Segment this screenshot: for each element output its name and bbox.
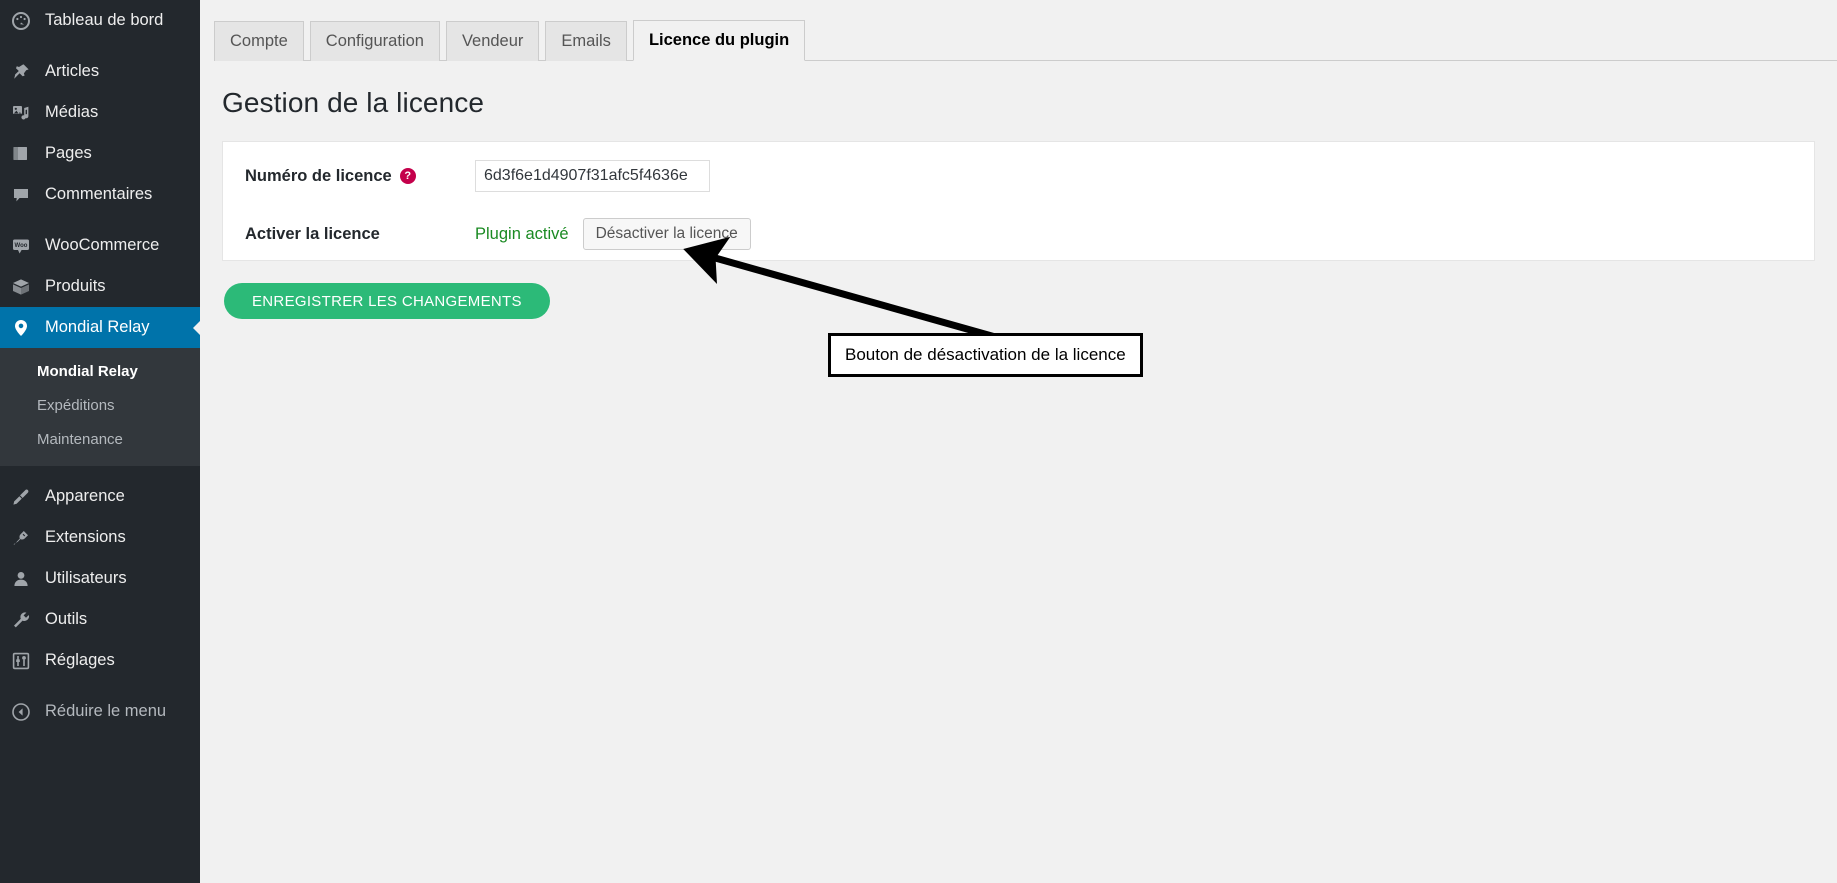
sidebar-item-users[interactable]: Utilisateurs (0, 558, 200, 599)
sidebar-item-label: Outils (45, 610, 88, 628)
sidebar-item-comments[interactable]: Commentaires (0, 174, 200, 215)
pages-icon (11, 144, 39, 164)
sidebar-item-label: Commentaires (45, 185, 153, 203)
sidebar-item-dashboard[interactable]: Tableau de bord (0, 0, 200, 41)
save-changes-button[interactable]: ENREGISTRER LES CHANGEMENTS (224, 283, 550, 319)
annotation-arrow-icon (683, 236, 1007, 344)
tab-vendeur[interactable]: Vendeur (445, 21, 540, 61)
sidebar-item-label: Tableau de bord (45, 11, 164, 29)
deactivate-license-button[interactable]: Désactiver la licence (582, 218, 751, 250)
tab-compte[interactable]: Compte (214, 21, 304, 61)
sidebar-item-label: WooCommerce (45, 236, 160, 254)
sidebar-item-woocommerce[interactable]: Woo WooCommerce (0, 225, 200, 266)
sidebar-divider (0, 681, 200, 691)
admin-screen: Tableau de bord Articles Médias Pages Commen… (0, 0, 1837, 883)
sidebar-item-appearance[interactable]: Apparence (0, 476, 200, 517)
tab-licence-du-plugin[interactable]: Licence du plugin (632, 20, 806, 61)
sidebar-item-label: Articles (45, 62, 100, 80)
sidebar-item-label: Réglages (45, 651, 115, 669)
user-icon (11, 569, 39, 589)
svg-text:Woo: Woo (15, 243, 28, 249)
sidebar-item-label: Utilisateurs (45, 569, 127, 587)
submenu-item-expeditions[interactable]: Expéditions (0, 389, 200, 423)
license-number-input[interactable] (475, 160, 710, 192)
sidebar-divider (0, 466, 200, 476)
help-icon[interactable]: ? (399, 168, 416, 184)
sidebar-collapse-menu[interactable]: Réduire le menu (0, 691, 200, 732)
license-number-label-group: Numéro de licence ? (223, 167, 475, 186)
page-title: Gestion de la licence (222, 87, 485, 118)
wrench-icon (11, 610, 39, 630)
woocommerce-icon: Woo (11, 236, 39, 256)
sidebar-collapse-label: Réduire le menu (45, 702, 167, 720)
sidebar-item-label: Apparence (45, 487, 125, 505)
tab-configuration[interactable]: Configuration (309, 21, 440, 61)
sidebar-item-settings[interactable]: Réglages (0, 640, 200, 681)
admin-sidebar: Tableau de bord Articles Médias Pages Commen… (0, 0, 201, 883)
sidebar-submenu: Mondial Relay Expéditions Maintenance (0, 348, 200, 466)
settings-tab-bar: Compte Configuration Vendeur Emails Licence … (214, 18, 1837, 61)
sidebar-item-media[interactable]: Médias (0, 92, 200, 133)
paintbrush-icon (11, 487, 39, 507)
box-icon (11, 277, 39, 297)
map-pin-icon (11, 318, 39, 338)
submenu-item-mondial-relay[interactable]: Mondial Relay (0, 355, 200, 389)
sidebar-divider (0, 215, 200, 225)
sidebar-item-plugins[interactable]: Extensions (0, 517, 200, 558)
license-number-label: Numéro de licence (245, 166, 392, 185)
sidebar-item-label: Médias (45, 103, 99, 121)
sidebar-item-pages[interactable]: Pages (0, 133, 200, 174)
annotation-callout: Bouton de désactivation de la licence (828, 333, 1143, 377)
comment-icon (11, 185, 39, 205)
sidebar-item-tools[interactable]: Outils (0, 599, 200, 640)
dashboard-icon (11, 11, 39, 31)
sidebar-item-label: Extensions (45, 528, 126, 546)
sliders-icon (11, 651, 39, 671)
sidebar-item-label: Produits (45, 277, 106, 295)
tab-emails[interactable]: Emails (545, 21, 627, 61)
annotation-overlay: Bouton de désactivation de la licence (200, 0, 1837, 883)
sidebar-item-posts[interactable]: Articles (0, 51, 200, 92)
pin-icon (11, 62, 39, 82)
sidebar-item-mondial-relay[interactable]: Mondial Relay (0, 307, 201, 348)
sidebar-item-label: Pages (45, 144, 92, 162)
activate-license-label: Activer la licence (245, 224, 380, 243)
collapse-arrow-icon (11, 702, 39, 722)
main-content: Compte Configuration Vendeur Emails Licence … (200, 0, 1837, 883)
activate-license-row: Activer la licence Plugin activé Désacti… (223, 214, 1814, 254)
submenu-item-maintenance[interactable]: Maintenance (0, 423, 200, 457)
license-settings-card: Numéro de licence ? Activer la licence P… (222, 141, 1815, 261)
license-number-row: Numéro de licence ? (223, 156, 1814, 196)
license-status-badge: Plugin activé (475, 224, 569, 243)
sidebar-item-products[interactable]: Produits (0, 266, 200, 307)
sidebar-divider (0, 41, 200, 51)
sidebar-item-label: Mondial Relay (45, 318, 150, 336)
plug-icon (11, 528, 39, 548)
media-icon (11, 103, 39, 123)
